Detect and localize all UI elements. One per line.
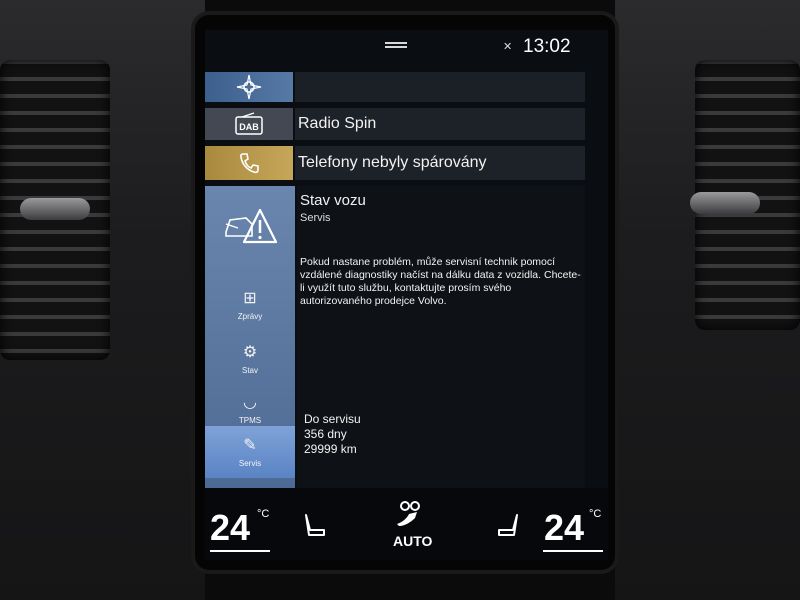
- vent-knob-left[interactable]: [20, 198, 90, 220]
- service-days: 356 dny: [304, 427, 347, 441]
- phone-icon: [205, 146, 293, 180]
- car-status-panel: ⊞ Zprávy ⚙ Stav ◡ TPMS ✎ Servis Stav voz…: [205, 186, 585, 490]
- sidebar-item-label: Stav: [241, 365, 258, 375]
- fan-icon[interactable]: [393, 496, 427, 528]
- seat-heat-right-icon[interactable]: [495, 512, 523, 540]
- page-title: Stav vozu: [300, 192, 366, 209]
- left-temperature[interactable]: 24: [210, 510, 250, 546]
- pull-down-handle[interactable]: [385, 42, 407, 48]
- temperature-unit-right: °C: [589, 508, 602, 520]
- sidebar-item-label: Servis: [238, 458, 262, 468]
- sidebar-item-status[interactable]: ⚙ Stav: [205, 336, 295, 382]
- car-warning-icon: [205, 186, 295, 266]
- left-temp-underline: [210, 550, 270, 552]
- temperature-unit-left: °C: [257, 508, 270, 520]
- status-bar: ✕ 13:02: [205, 30, 608, 77]
- dashboard-left: [0, 0, 205, 600]
- sidebar-item-label: TPMS: [238, 415, 262, 425]
- seat-heat-left-icon[interactable]: [300, 512, 328, 540]
- right-temperature[interactable]: 24: [544, 510, 584, 546]
- service-km: 29999 km: [304, 442, 357, 456]
- right-temp-underline: [543, 550, 603, 552]
- sidebar-item-messages[interactable]: ⊞ Zprávy: [205, 282, 295, 328]
- car-status-sidebar: ⊞ Zprávy ⚙ Stav ◡ TPMS ✎ Servis: [205, 186, 295, 490]
- status-icon: ⚙: [242, 343, 258, 361]
- vent-knob-right[interactable]: [690, 192, 760, 214]
- climate-auto-button[interactable]: AUTO: [393, 533, 432, 549]
- radio-tile[interactable]: DAB Radio Spin: [205, 108, 585, 140]
- dab-icon: DAB: [205, 108, 293, 140]
- page-subtitle: Servis: [300, 212, 331, 224]
- service-interval: Do servisu 356 dny 29999 km: [304, 412, 361, 457]
- phone-status-label[interactable]: Telefony nebyly spárovány: [295, 146, 585, 180]
- climate-bar: 24 °C AUTO 24 °C: [205, 488, 608, 560]
- radio-station-label[interactable]: Radio Spin: [295, 108, 585, 140]
- service-heading: Do servisu: [304, 412, 361, 426]
- service-icon: ✎: [243, 436, 257, 454]
- sidebar-item-service[interactable]: ✎ Servis: [205, 426, 295, 478]
- dab-badge: DAB: [239, 122, 259, 132]
- infotainment-screen: ✕ 13:02 DAB Radio Spin Telefony nebyly s…: [205, 30, 608, 560]
- dashboard-right: [615, 0, 800, 600]
- car-status-content: Stav vozu Servis Pokud nastane problém, …: [297, 186, 585, 490]
- messages-icon: ⊞: [243, 289, 257, 307]
- sidebar-item-label: Zprávy: [237, 311, 263, 321]
- tpms-icon: ◡: [243, 393, 257, 411]
- navigation-tile-body[interactable]: [295, 72, 585, 102]
- navigation-tile[interactable]: [205, 72, 585, 102]
- clock: 13:02: [523, 36, 571, 57]
- phone-tile[interactable]: Telefony nebyly spárovány: [205, 146, 585, 180]
- compass-icon: [205, 72, 293, 102]
- service-message: Pokud nastane problém, může servisní tec…: [300, 256, 581, 307]
- speaker-muted-icon: ✕: [503, 41, 513, 53]
